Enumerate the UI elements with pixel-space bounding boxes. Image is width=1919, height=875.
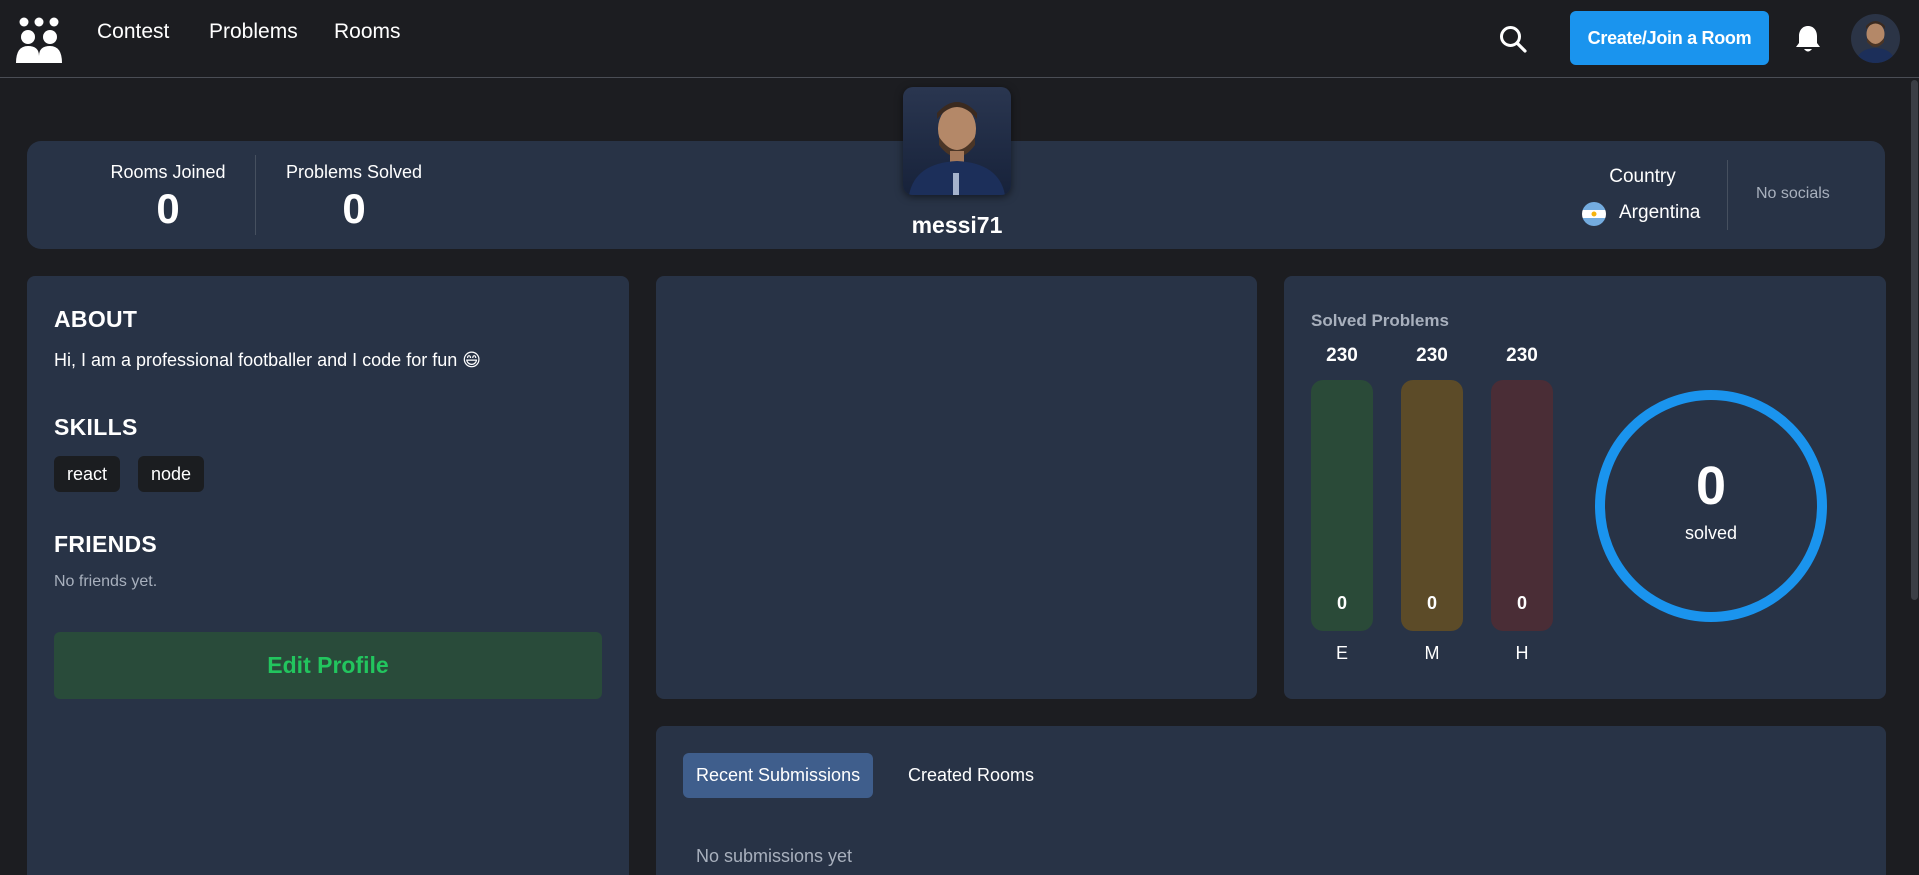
- problems-solved-value: 0: [342, 185, 366, 232]
- problems-solved-label: Problems Solved: [285, 162, 423, 182]
- easy-label: E: [1335, 643, 1348, 663]
- hard-solved-value: 0: [1516, 593, 1527, 613]
- profile-avatar: [903, 87, 1011, 195]
- medium-total: 230: [1416, 345, 1448, 366]
- about-text: Hi, I am a professional footballer and I…: [54, 350, 481, 370]
- username: messi71: [911, 212, 1003, 238]
- nav-link-contest[interactable]: Contest: [97, 20, 169, 44]
- socials-divider: [1727, 160, 1728, 230]
- rooms-joined-label: Rooms Joined: [110, 162, 226, 182]
- skills-title: SKILLS: [54, 414, 138, 440]
- rooms-joined-stat: Rooms Joined 0: [68, 162, 268, 233]
- country-name: Argentina: [1619, 202, 1701, 223]
- problems-solved-stat: Problems Solved 0: [254, 162, 454, 233]
- hard-total: 230: [1506, 345, 1538, 366]
- rooms-joined-value: 0: [156, 185, 180, 232]
- country-label: Country: [1609, 166, 1676, 187]
- skill-chip: react: [54, 456, 121, 492]
- hard-label: H: [1515, 643, 1529, 663]
- search-icon[interactable]: [1498, 24, 1528, 54]
- about-title: ABOUT: [54, 306, 138, 332]
- medium-solved-value: 0: [1426, 593, 1437, 613]
- ring-solved-value: 0: [1695, 456, 1727, 516]
- user-avatar[interactable]: [1851, 14, 1900, 63]
- scrollbar-thumb[interactable]: [1911, 80, 1918, 600]
- tab-created-rooms[interactable]: Created Rooms: [895, 753, 1047, 798]
- activity-card: [656, 276, 1257, 699]
- tab-recent-submissions[interactable]: Recent Submissions: [683, 753, 874, 798]
- submissions-empty-text: No submissions yet: [696, 846, 853, 866]
- create-join-room-button[interactable]: Create/Join a Room: [1570, 11, 1769, 65]
- nav-link-rooms[interactable]: Rooms: [334, 20, 401, 44]
- friends-empty-text: No friends yet.: [54, 573, 158, 590]
- nav-link-problems[interactable]: Problems: [209, 20, 298, 44]
- ring-solved-label: solved: [1684, 523, 1738, 543]
- medium-label: M: [1424, 643, 1440, 663]
- socials-text: No socials: [1756, 185, 1830, 202]
- easy-solved-value: 0: [1336, 593, 1347, 613]
- friends-title: FRIENDS: [54, 531, 158, 557]
- solved-problems-title: Solved Problems: [1311, 311, 1449, 330]
- navbar: Contest Problems Rooms Create/Join a Roo…: [0, 0, 1919, 78]
- easy-total: 230: [1326, 345, 1358, 366]
- logo-icon[interactable]: [14, 14, 64, 64]
- argentina-flag-icon: [1582, 202, 1606, 226]
- skill-chip: node: [138, 456, 205, 492]
- edit-profile-button[interactable]: Edit Profile: [54, 632, 602, 699]
- bell-icon[interactable]: [1794, 24, 1822, 54]
